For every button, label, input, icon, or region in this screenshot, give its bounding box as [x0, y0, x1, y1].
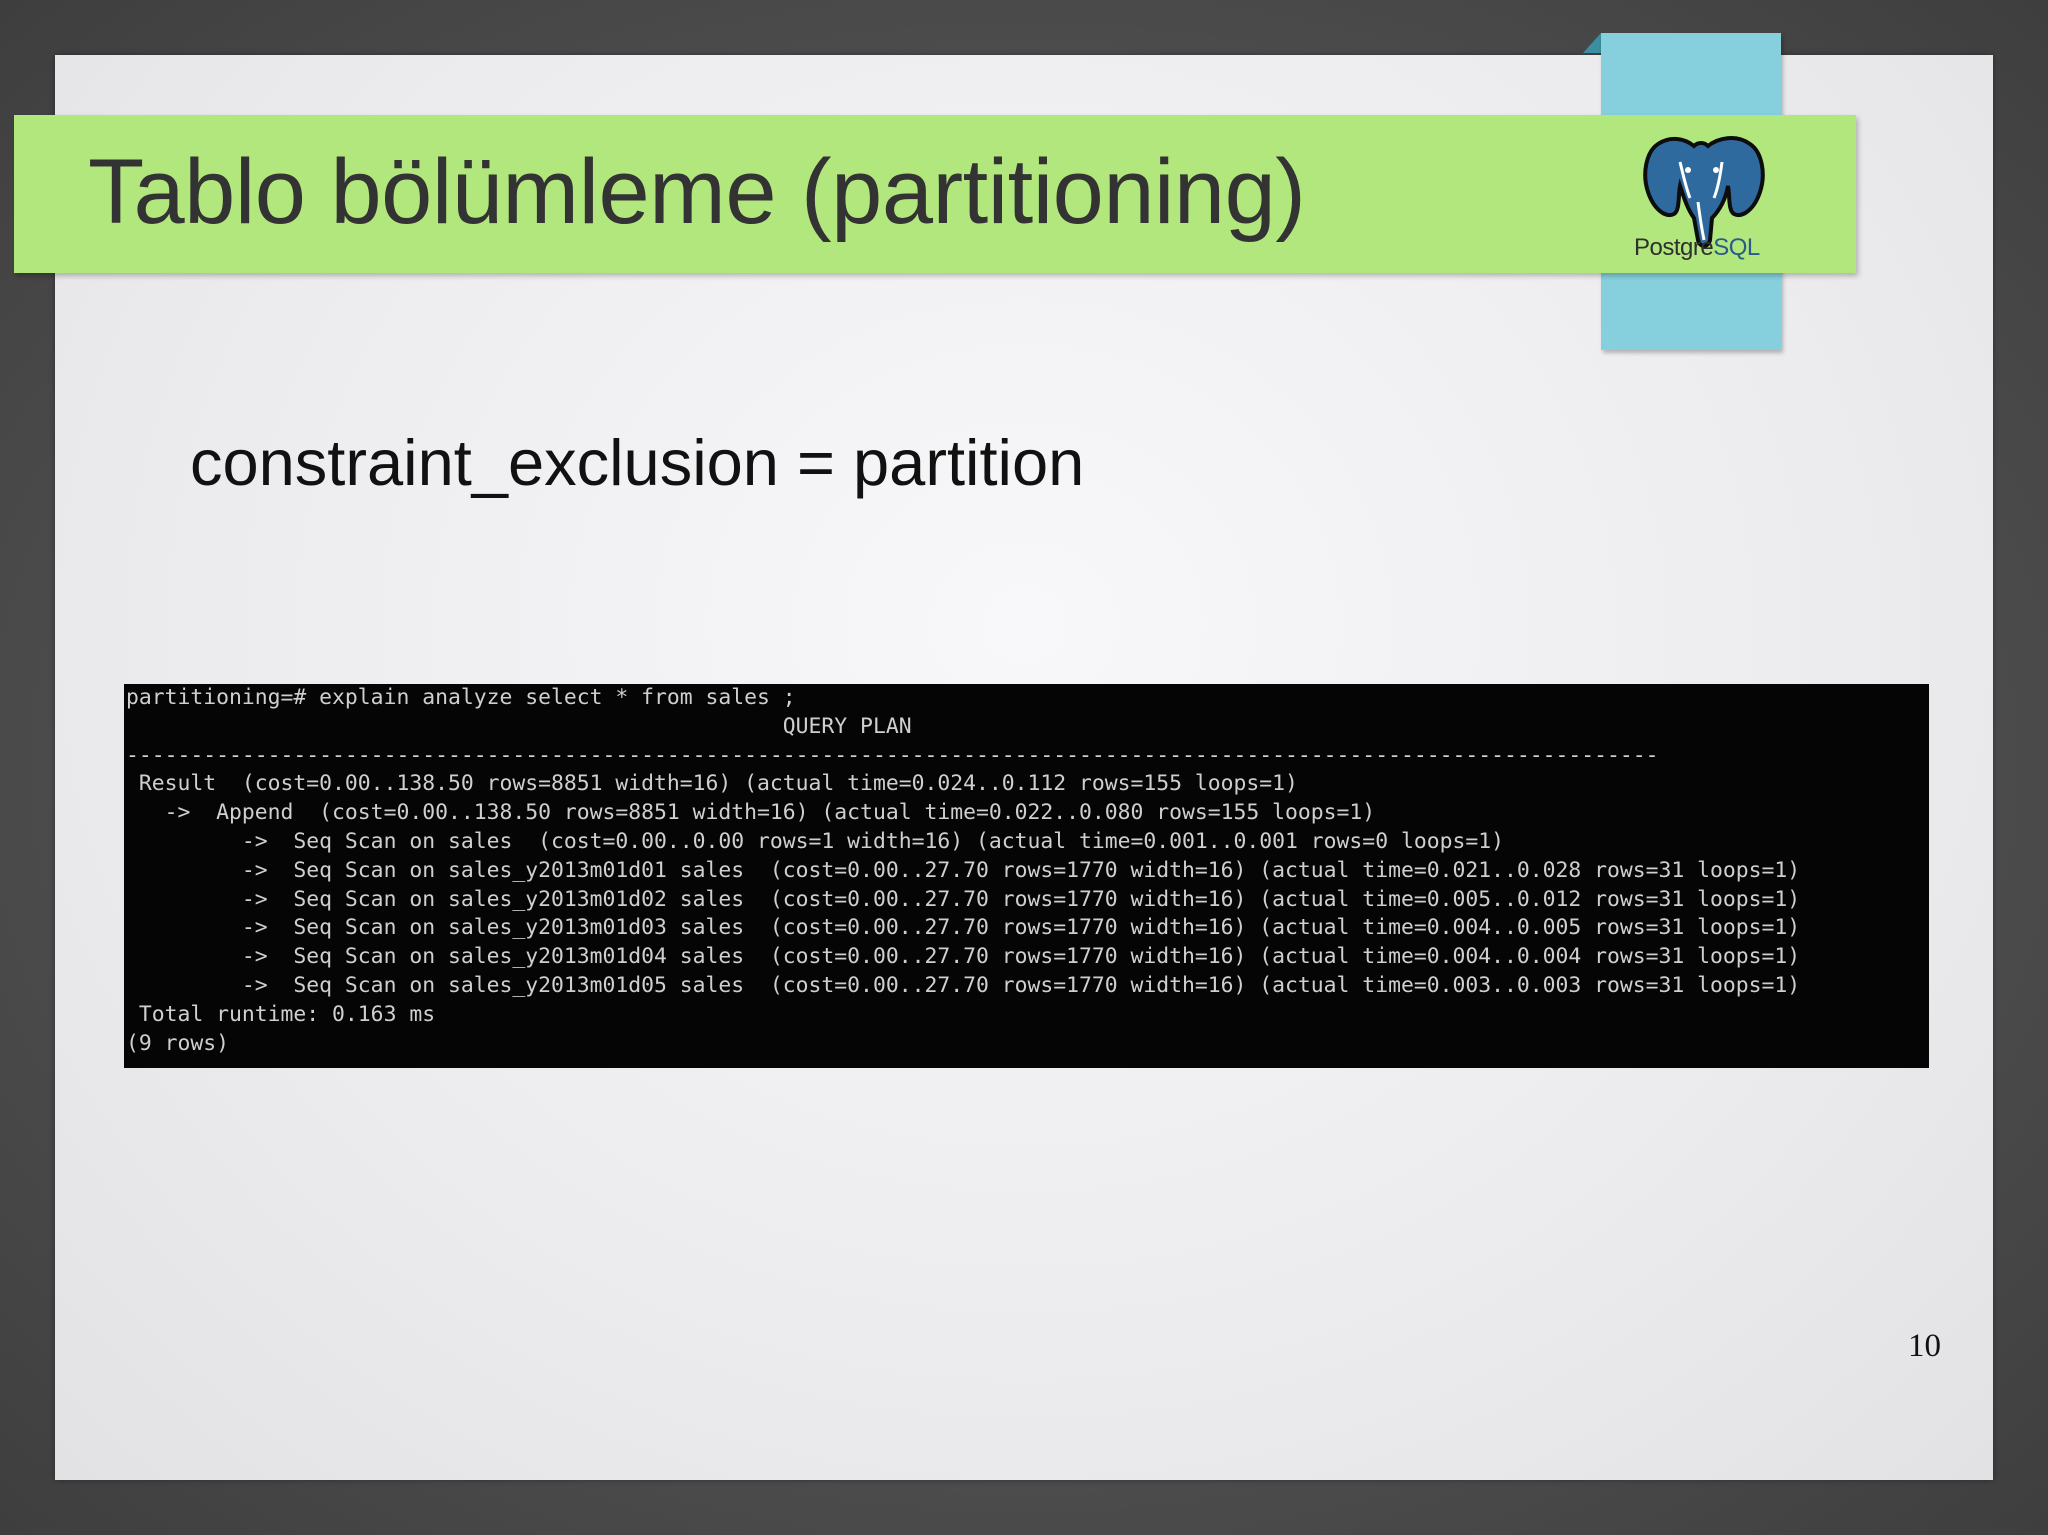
terminal-prompt-line: partitioning=# explain analyze select * …	[126, 685, 796, 710]
terminal-separator-line: ----------------------------------------…	[126, 742, 1659, 768]
terminal-output: partitioning=# explain analyze select * …	[124, 684, 1929, 1068]
page-number: 10	[1908, 1328, 1941, 1364]
terminal-plan-line: -> Seq Scan on sales_y2013m01d05 sales (…	[126, 972, 1801, 998]
logo-tab-fold	[1583, 33, 1601, 53]
slide-title: Tablo bölümleme (partitioning)	[88, 141, 1306, 243]
logo-text-sql: SQL	[1713, 234, 1760, 261]
terminal-plan-line: -> Seq Scan on sales (cost=0.00..0.00 ro…	[126, 828, 1504, 854]
terminal-runtime-line: Total runtime: 0.163 ms	[126, 1001, 436, 1027]
slide-subtitle: constraint_exclusion = partition	[190, 426, 1085, 499]
terminal-plan-line: -> Append (cost=0.00..138.50 rows=8851 w…	[126, 800, 1376, 826]
terminal-plan-line: -> Seq Scan on sales_y2013m01d01 sales (…	[126, 857, 1801, 883]
terminal-rowcount-line: (9 rows)	[126, 1030, 230, 1056]
terminal-plan-line: -> Seq Scan on sales_y2013m01d03 sales (…	[126, 915, 1801, 941]
logo-text-postgre: Postgre	[1634, 234, 1714, 261]
terminal-plan-line: -> Seq Scan on sales_y2013m01d02 sales (…	[126, 886, 1801, 912]
terminal-plan-line: -> Seq Scan on sales_y2013m01d04 sales (…	[126, 944, 1801, 970]
postgresql-logo-text: PostgreSQL	[1634, 234, 1760, 262]
terminal-header-line: QUERY PLAN	[126, 713, 912, 739]
terminal-plan-line: Result (cost=0.00..138.50 rows=8851 widt…	[126, 771, 1298, 797]
